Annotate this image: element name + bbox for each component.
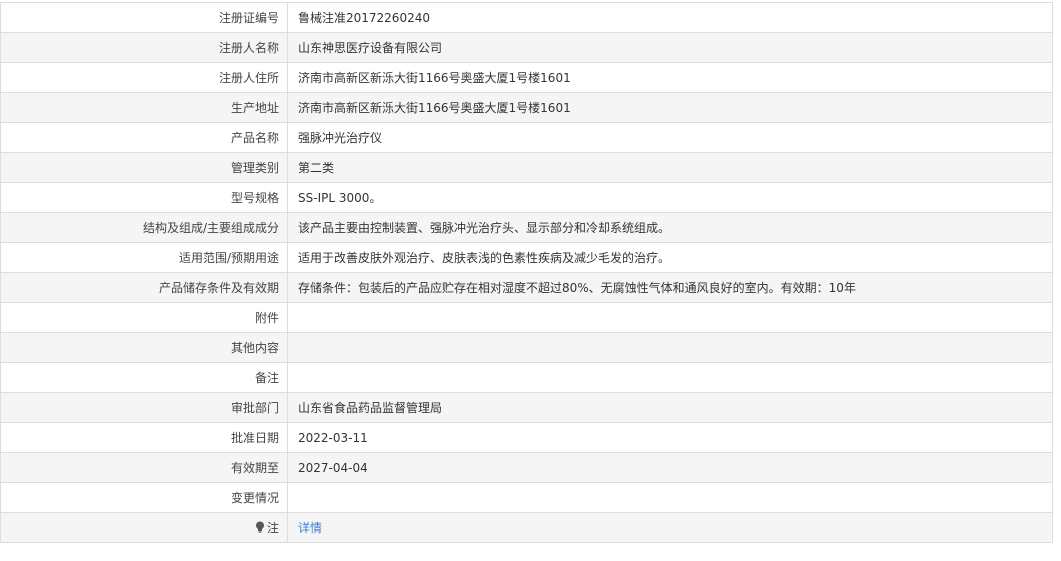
row-value — [287, 482, 1053, 513]
detail-table-body: 注册证编号 鲁械注准20172260240 注册人名称 山东神思医疗设备有限公司… — [0, 2, 1053, 543]
row-label: 批准日期 — [0, 422, 288, 453]
row-label: 变更情况 — [0, 482, 288, 513]
row-value: 鲁械注准20172260240 — [287, 2, 1053, 33]
row-label: 附件 — [0, 302, 288, 333]
row-value — [287, 302, 1053, 333]
row-value: 第二类 — [287, 152, 1053, 183]
row-value: 济南市高新区新泺大街1166号奥盛大厦1号楼1601 — [287, 62, 1053, 93]
row-value: 2027-04-04 — [287, 452, 1053, 483]
row-value: 山东神思医疗设备有限公司 — [287, 32, 1053, 63]
row-label: 注册人住所 — [0, 62, 288, 93]
row-value: 山东省食品药品监督管理局 — [287, 392, 1053, 423]
row-label: 产品名称 — [0, 122, 288, 153]
row-label: 注册证编号 — [0, 2, 288, 33]
row-label: 管理类别 — [0, 152, 288, 183]
detail-row: 注册证编号 鲁械注准20172260240 — [0, 2, 1053, 33]
note-label-cell: 注 — [0, 512, 288, 543]
detail-row: 产品名称 强脉冲光治疗仪 — [0, 122, 1053, 153]
note-row: 注 详情 — [0, 512, 1053, 543]
detail-row: 备注 — [0, 362, 1053, 393]
lightbulb-icon — [255, 521, 265, 533]
detail-row: 注册人名称 山东神思医疗设备有限公司 — [0, 32, 1053, 63]
row-value: 济南市高新区新泺大街1166号奥盛大厦1号楼1601 — [287, 92, 1053, 123]
note-label: 注 — [255, 519, 279, 536]
row-label: 适用范围/预期用途 — [0, 242, 288, 273]
detail-row: 有效期至 2027-04-04 — [0, 452, 1053, 483]
row-value: SS-IPL 3000。 — [287, 182, 1053, 213]
row-label: 生产地址 — [0, 92, 288, 123]
row-label: 其他内容 — [0, 332, 288, 363]
row-value: 2022-03-11 — [287, 422, 1053, 453]
note-label-text: 注 — [266, 520, 279, 535]
detail-row: 型号规格 SS-IPL 3000。 — [0, 182, 1053, 213]
row-value: 强脉冲光治疗仪 — [287, 122, 1053, 153]
detail-row: 注册人住所 济南市高新区新泺大街1166号奥盛大厦1号楼1601 — [0, 62, 1053, 93]
detail-row: 审批部门 山东省食品药品监督管理局 — [0, 392, 1053, 423]
row-label: 结构及组成/主要组成成分 — [0, 212, 288, 243]
detail-row: 附件 — [0, 302, 1053, 333]
row-value: 适用于改善皮肤外观治疗、皮肤表浅的色素性疾病及减少毛发的治疗。 — [287, 242, 1053, 273]
row-label: 型号规格 — [0, 182, 288, 213]
row-label: 有效期至 — [0, 452, 288, 483]
detail-row: 产品储存条件及有效期 存储条件：包装后的产品应贮存在相对湿度不超过80%、无腐蚀… — [0, 272, 1053, 303]
row-label: 备注 — [0, 362, 288, 393]
registration-detail-table: 注册证编号 鲁械注准20172260240 注册人名称 山东神思医疗设备有限公司… — [0, 2, 1053, 543]
row-value: 存储条件：包装后的产品应贮存在相对湿度不超过80%、无腐蚀性气体和通风良好的室内… — [287, 272, 1053, 303]
detail-row: 其他内容 — [0, 332, 1053, 363]
row-value — [287, 332, 1053, 363]
detail-row: 生产地址 济南市高新区新泺大街1166号奥盛大厦1号楼1601 — [0, 92, 1053, 123]
note-value-cell: 详情 — [287, 512, 1053, 543]
row-label: 审批部门 — [0, 392, 288, 423]
detail-row: 批准日期 2022-03-11 — [0, 422, 1053, 453]
detail-row: 结构及组成/主要组成成分 该产品主要由控制装置、强脉冲光治疗头、显示部分和冷却系… — [0, 212, 1053, 243]
detail-row: 变更情况 — [0, 482, 1053, 513]
row-value: 该产品主要由控制装置、强脉冲光治疗头、显示部分和冷却系统组成。 — [287, 212, 1053, 243]
row-label: 注册人名称 — [0, 32, 288, 63]
detail-link[interactable]: 详情 — [298, 521, 322, 535]
detail-row: 适用范围/预期用途 适用于改善皮肤外观治疗、皮肤表浅的色素性疾病及减少毛发的治疗… — [0, 242, 1053, 273]
row-value — [287, 362, 1053, 393]
detail-row: 管理类别 第二类 — [0, 152, 1053, 183]
row-label: 产品储存条件及有效期 — [0, 272, 288, 303]
